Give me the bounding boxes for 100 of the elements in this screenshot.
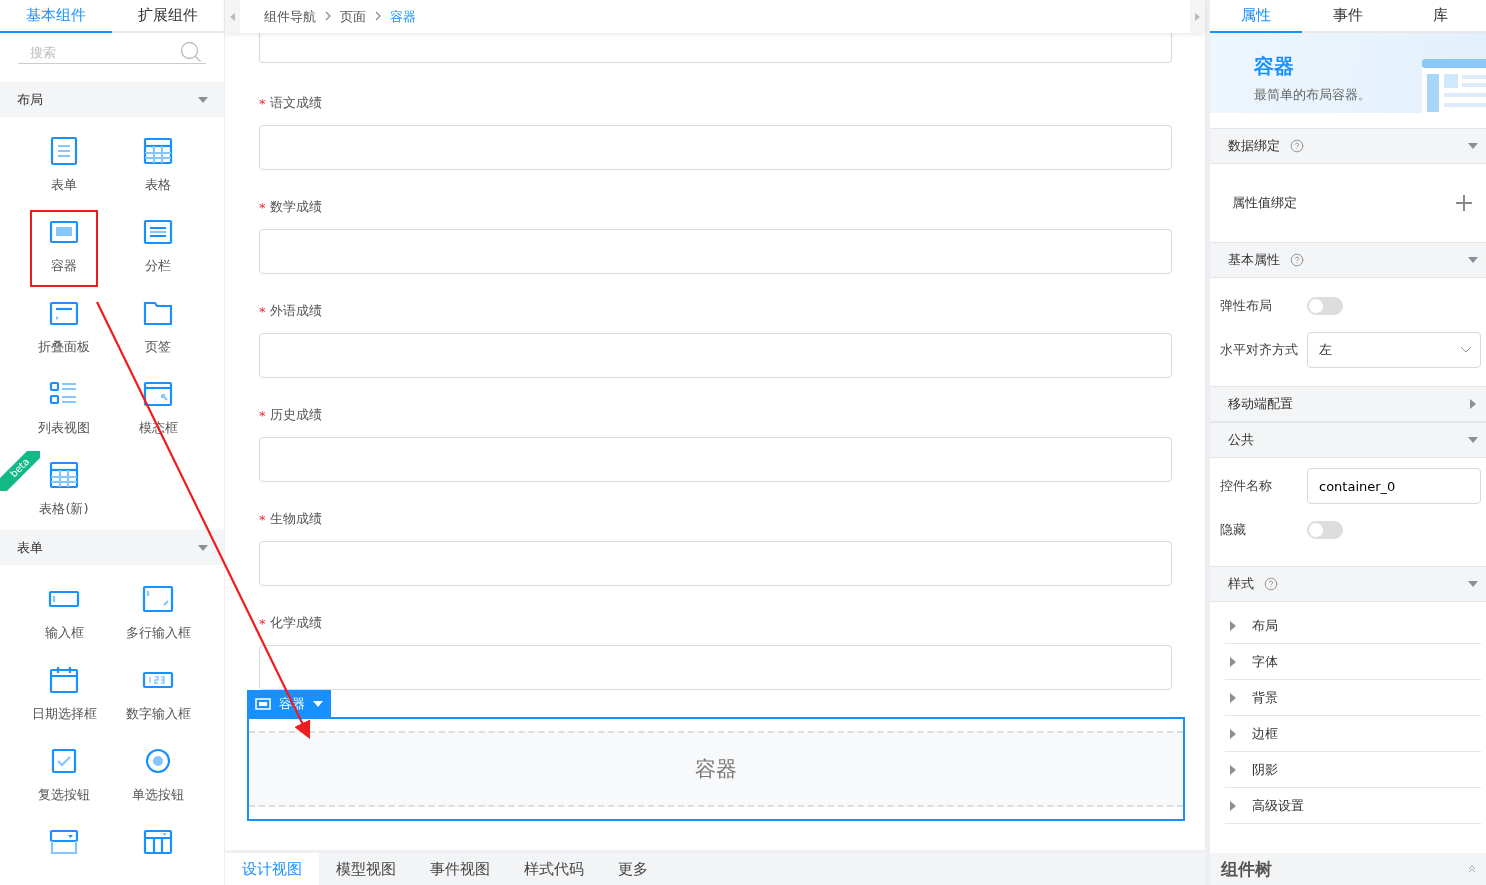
section-header[interactable]: 样式 — [1210, 566, 1486, 602]
component-item[interactable]: 容器 — [30, 210, 98, 287]
group-title: 表单 — [17, 538, 43, 557]
input-field[interactable] — [259, 333, 1172, 378]
chevron-down-icon — [1460, 346, 1472, 354]
caret-icon — [198, 542, 208, 553]
group-title: 布局 — [17, 90, 43, 109]
search-icon — [180, 41, 202, 63]
component-item[interactable]: 数字输入框 — [124, 658, 192, 735]
form-icon — [48, 135, 80, 167]
style-group-item[interactable]: 背景 — [1225, 680, 1481, 716]
component-item[interactable]: 单选按钮 — [124, 739, 192, 816]
component-item[interactable]: 多行输入框 — [124, 577, 192, 654]
text-field[interactable]: container_0 — [1307, 468, 1481, 504]
help-icon[interactable] — [1290, 139, 1304, 153]
caret-left-icon — [230, 12, 235, 21]
component-item[interactable]: 页签 — [124, 291, 192, 368]
chevron-right-icon — [375, 11, 381, 21]
component-item[interactable]: 输入框 — [30, 577, 98, 654]
field-label: 水平对齐方式 — [1220, 341, 1299, 359]
input-field[interactable] — [259, 541, 1172, 586]
caret-icon — [1228, 800, 1238, 811]
group-header[interactable]: 表单 — [0, 530, 224, 565]
view-tab[interactable]: 更多 — [601, 853, 665, 885]
help-icon[interactable] — [1290, 253, 1304, 267]
field-label: * 化学成绩 — [259, 615, 323, 631]
container-placeholder: 容器 — [695, 756, 737, 783]
select-field[interactable]: 左 — [1307, 332, 1481, 368]
collapse-left-button[interactable] — [225, 0, 240, 33]
section-header[interactable]: 数据绑定 — [1210, 128, 1486, 164]
style-group-item[interactable]: 边框 — [1225, 716, 1481, 752]
style-group-item[interactable]: 高级设置 — [1225, 788, 1481, 824]
section-title: 公共 — [1228, 431, 1254, 449]
caret-icon — [1228, 620, 1238, 631]
caret-right-icon — [1195, 12, 1200, 21]
section-title: 样式 — [1228, 575, 1254, 593]
caret-icon — [1228, 764, 1238, 775]
selected-container[interactable]: 容器 — [247, 717, 1185, 821]
input-field[interactable] — [259, 33, 1172, 63]
group-header[interactable]: 布局 — [0, 82, 224, 117]
table-icon — [48, 459, 80, 491]
panel-tab[interactable]: 库 — [1394, 0, 1486, 33]
style-group-item[interactable]: 布局 — [1225, 608, 1481, 644]
component-item[interactable]: 表单 — [30, 129, 98, 206]
field-label: * 外语成绩 — [259, 303, 323, 319]
add-icon[interactable] — [1456, 195, 1472, 211]
view-tab[interactable]: 模型视图 — [319, 853, 413, 885]
section-title: 基本属性 — [1228, 251, 1280, 269]
caret-icon — [1228, 656, 1238, 667]
field-label: 弹性布局 — [1220, 297, 1273, 315]
caret-icon — [1468, 255, 1478, 265]
breadcrumb-link[interactable]: 页面 — [340, 7, 366, 26]
view-tab[interactable]: 样式代码 — [507, 853, 601, 885]
component-item[interactable]: 日期选择框 — [30, 658, 98, 735]
field-label: * 数学成绩 — [259, 199, 323, 215]
field-label: * 语文成绩 — [259, 95, 323, 111]
chevron-right-icon — [325, 11, 331, 21]
breadcrumb-link[interactable]: 组件导航 — [264, 7, 316, 26]
field-label: * 生物成绩 — [259, 511, 323, 527]
banner-description: 最简单的布局容器。 — [1254, 86, 1372, 104]
caret-icon — [1228, 728, 1238, 739]
component-tree-bar[interactable]: 组件树 — [1210, 853, 1486, 885]
component-item[interactable]: 复选按钮 — [30, 739, 98, 816]
panel-tab[interactable]: 扩展组件 — [112, 0, 224, 33]
calendar-icon — [48, 664, 80, 696]
component-item[interactable]: 表格 — [124, 129, 192, 206]
table-icon — [142, 135, 174, 167]
view-tab[interactable]: 事件视图 — [413, 853, 507, 885]
field-label: 隐藏 — [1220, 521, 1247, 539]
toggle-switch[interactable] — [1307, 521, 1343, 539]
input-field[interactable] — [259, 437, 1172, 482]
textarea-icon — [142, 583, 174, 615]
section-header[interactable]: 公共 — [1210, 422, 1486, 458]
input-field[interactable] — [259, 645, 1172, 690]
component-item[interactable]: 折叠面板 — [30, 291, 98, 368]
container-icon — [255, 697, 271, 710]
style-group-item[interactable]: 阴影 — [1225, 752, 1481, 788]
component-item[interactable]: 分栏 — [124, 210, 192, 287]
toggle-switch[interactable] — [1307, 297, 1343, 315]
search-field[interactable]: 搜索 — [28, 43, 180, 61]
section-title: 移动端配置 — [1228, 395, 1293, 413]
field-label: * 历史成绩 — [259, 407, 323, 423]
help-icon[interactable] — [1264, 577, 1278, 591]
binding-label: 属性值绑定 — [1232, 194, 1297, 212]
section-title: 数据绑定 — [1228, 137, 1280, 155]
caret-down-icon — [313, 700, 323, 707]
input-field[interactable] — [259, 125, 1172, 170]
section-header[interactable]: 基本属性 — [1210, 242, 1486, 278]
caret-icon — [198, 94, 208, 105]
banner-title: 容器 — [1254, 53, 1295, 80]
collapse-right-button[interactable] — [1190, 0, 1205, 33]
component-item[interactable]: 列表视图 — [30, 372, 98, 449]
caret-icon — [1468, 435, 1478, 445]
double-chevron-up-icon — [1468, 865, 1476, 873]
input-field[interactable] — [259, 229, 1172, 274]
panel-tab[interactable]: 事件 — [1302, 0, 1394, 33]
style-group-item[interactable]: 字体 — [1225, 644, 1481, 680]
section-header[interactable]: 移动端配置 — [1210, 386, 1486, 422]
field-label: 控件名称 — [1220, 477, 1273, 495]
caret-icon — [1468, 141, 1478, 151]
